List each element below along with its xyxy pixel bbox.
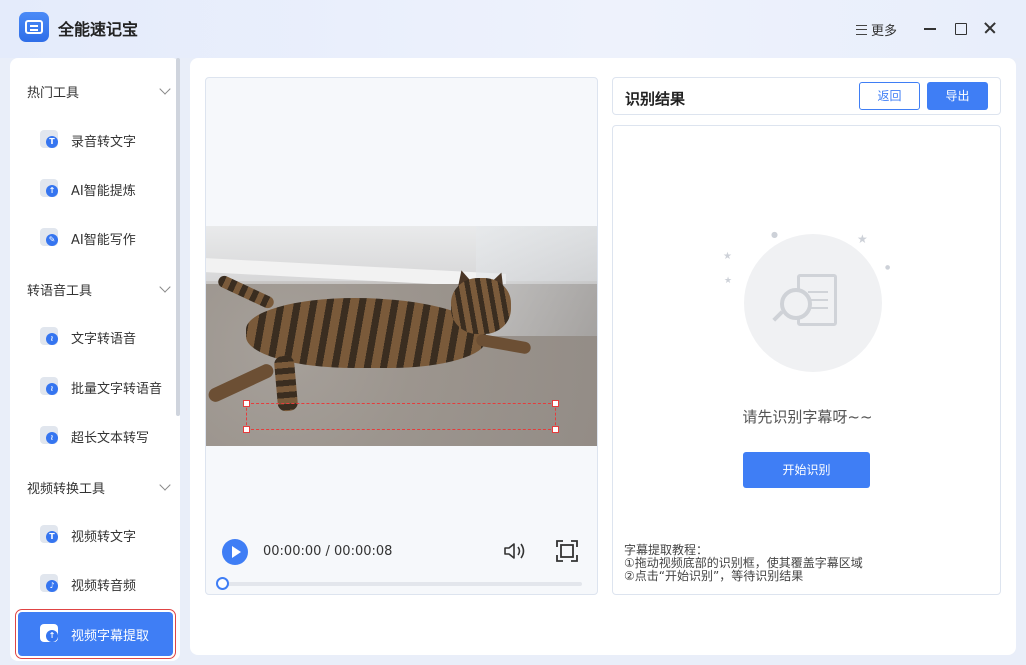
- tutorial-text: 字幕提取教程： ①拖动视频底部的识别框，使其覆盖字幕区域 ②点击“开始识别”，等…: [624, 544, 863, 583]
- resize-handle[interactable]: [243, 426, 250, 433]
- video-frame: [206, 226, 597, 446]
- result-body: ★ ● ★ ★ ● 请先识别字幕呀~~ 开始识别 字幕提取教程： ①拖动视频底部…: [612, 125, 1001, 595]
- group-tts-tools[interactable]: 转语音工具: [27, 280, 173, 300]
- app-logo-icon: [19, 12, 49, 42]
- group-hot-tools[interactable]: 热门工具: [27, 82, 173, 102]
- minimize-button[interactable]: [922, 20, 938, 36]
- sidebar-item-ai-writing[interactable]: ✎ AI智能写作: [18, 216, 173, 260]
- sidebar-item-long-text[interactable]: ≀ 超长文本转写: [18, 414, 173, 458]
- title-bar: 全能速记宝 更多: [0, 0, 1026, 58]
- star-icon: ★: [857, 232, 868, 246]
- result-title: 识别结果: [625, 90, 686, 108]
- start-recognition-button[interactable]: 开始识别: [743, 452, 870, 488]
- resize-handle[interactable]: [552, 426, 559, 433]
- video-player: 00:00:00 / 00:00:08: [205, 77, 598, 595]
- progress-bar[interactable]: [216, 577, 582, 590]
- star-icon: ★: [723, 251, 732, 262]
- music-note-icon: ♪: [40, 574, 58, 592]
- star-icon: ★: [724, 276, 733, 286]
- player-controls: 00:00:00 / 00:00:08: [206, 533, 597, 565]
- export-button[interactable]: 导出: [927, 82, 988, 110]
- sidebar-item-text-to-speech[interactable]: ≀ 文字转语音: [18, 315, 173, 359]
- sidebar-item-video-to-text[interactable]: T 视频转文字: [18, 513, 173, 557]
- sidebar-item-batch-tts[interactable]: ≀ 批量文字转语音: [18, 365, 173, 409]
- fullscreen-icon[interactable]: [556, 540, 578, 562]
- text-t-icon: T: [40, 525, 58, 543]
- result-header: 识别结果 返回 导出: [612, 77, 1001, 115]
- upload-circle-icon: ↑: [40, 179, 58, 197]
- more-label: 更多: [871, 24, 898, 39]
- resize-handle[interactable]: [243, 400, 250, 407]
- chevron-down-icon: [159, 479, 171, 491]
- empty-state-text: 请先识别字幕呀~~: [742, 408, 873, 426]
- dot-icon: ●: [885, 264, 891, 271]
- subtitle-selection-box[interactable]: [243, 400, 559, 433]
- volume-icon[interactable]: [503, 541, 527, 561]
- audio-wave-icon: ≀: [40, 327, 58, 345]
- sidebar-item-audio-to-text[interactable]: T 录音转文字: [18, 118, 173, 162]
- sidebar-item-video-to-audio[interactable]: ♪ 视频转音频: [18, 562, 173, 606]
- pen-icon: ✎: [40, 228, 58, 246]
- back-button[interactable]: 返回: [859, 82, 920, 110]
- maximize-button[interactable]: [952, 20, 968, 36]
- magnifier-icon: [780, 288, 812, 320]
- close-button[interactable]: [982, 20, 998, 36]
- sidebar-scrollbar[interactable]: [176, 58, 180, 416]
- app-title: 全能速记宝: [58, 20, 139, 39]
- audio-wave-icon: ≀: [40, 426, 58, 444]
- dot-icon: ●: [771, 230, 778, 239]
- menu-icon: [856, 24, 867, 35]
- upload-circle-icon: ↑: [40, 624, 58, 642]
- audio-wave-icon: ≀: [40, 377, 58, 395]
- sidebar: 热门工具 T 录音转文字 ↑ AI智能提炼 ✎ AI智能写作 转语音工具 ≀ 文…: [10, 58, 180, 661]
- resize-handle[interactable]: [552, 400, 559, 407]
- chevron-down-icon: [159, 83, 171, 95]
- more-menu-button[interactable]: 更多: [856, 20, 897, 39]
- play-button[interactable]: [222, 539, 248, 565]
- progress-knob[interactable]: [216, 577, 229, 590]
- sidebar-item-ai-extract[interactable]: ↑ AI智能提炼: [18, 167, 173, 211]
- sidebar-item-subtitle-extract[interactable]: ↑ 视频字幕提取: [15, 609, 176, 659]
- empty-state-illustration: [744, 234, 882, 372]
- text-t-icon: T: [40, 130, 58, 148]
- time-display: 00:00:00 / 00:00:08: [263, 544, 393, 559]
- group-video-tools[interactable]: 视频转换工具: [27, 478, 173, 498]
- chevron-down-icon: [159, 281, 171, 293]
- tutorial-step-2: ②点击“开始识别”，等待识别结果: [624, 569, 804, 583]
